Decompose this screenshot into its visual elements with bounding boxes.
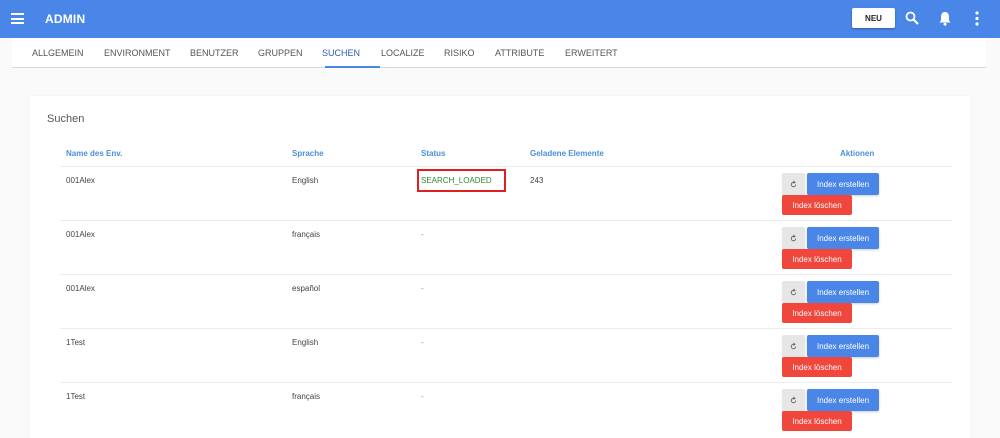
create-index-button[interactable]: Index erstellen	[807, 335, 879, 357]
refresh-icon	[790, 233, 797, 241]
refresh-icon	[790, 179, 797, 187]
loaded-elements-count: 243	[530, 176, 544, 185]
create-index-button[interactable]: Index erstellen	[807, 281, 879, 303]
create-index-button[interactable]: Index erstellen	[807, 389, 879, 411]
language: English	[292, 338, 319, 347]
section-title: Suchen	[47, 113, 85, 125]
status-text: -	[421, 392, 424, 401]
refresh-button[interactable]	[782, 281, 805, 303]
tab-erweitert[interactable]: ERWEITERT	[565, 48, 618, 58]
table-row: 001Alex English SEARCH_LOADED 243 Index …	[60, 167, 952, 221]
refresh-button[interactable]	[782, 389, 805, 411]
column-header-env: Name des Env.	[66, 149, 123, 158]
tab-attribute[interactable]: ATTRIBUTE	[495, 48, 544, 58]
env-name: 1Test	[66, 392, 86, 401]
delete-index-button[interactable]: Index löschen	[782, 195, 852, 215]
refresh-icon	[790, 395, 797, 403]
table-row: 001Alex français - Index erstellen Index…	[60, 221, 952, 275]
refresh-button[interactable]	[782, 173, 805, 195]
status-text: -	[421, 284, 424, 293]
table-row: 1Test français - Index erstellen Index l…	[60, 383, 952, 437]
table-row: 1Test English - Index erstellen Index lö…	[60, 329, 952, 383]
tab-environment[interactable]: ENVIRONMENT	[104, 48, 171, 58]
language: français	[292, 230, 321, 239]
create-index-button[interactable]: Index erstellen	[807, 173, 879, 195]
column-header-loaded-elements: Geladene Elemente	[530, 149, 604, 158]
env-name: 1Test	[66, 338, 86, 347]
active-tab-indicator	[325, 66, 380, 68]
env-name: 001Alex	[66, 284, 95, 293]
env-name: 001Alex	[66, 230, 95, 239]
status-highlight-box	[417, 169, 506, 192]
tab-benutzer[interactable]: BENUTZER	[190, 48, 239, 58]
language: français	[292, 392, 321, 401]
top-app-bar: ADMIN NEU	[0, 0, 1000, 38]
new-button[interactable]: NEU	[852, 8, 895, 28]
app-title: ADMIN	[45, 12, 86, 26]
refresh-button[interactable]	[782, 227, 805, 249]
language: español	[292, 284, 321, 293]
column-header-actions: Aktionen	[840, 149, 875, 158]
delete-index-button[interactable]: Index löschen	[782, 303, 852, 323]
status-text: -	[421, 230, 424, 239]
tab-gruppen[interactable]: GRUPPEN	[258, 48, 303, 58]
language: English	[292, 176, 319, 185]
delete-index-button[interactable]: Index löschen	[782, 357, 852, 377]
column-header-language: Sprache	[292, 149, 324, 158]
refresh-icon	[790, 341, 797, 349]
create-index-button[interactable]: Index erstellen	[807, 227, 879, 249]
bell-icon[interactable]	[938, 11, 952, 26]
column-header-status: Status	[421, 149, 446, 158]
status-text: -	[421, 338, 424, 347]
delete-index-button[interactable]: Index löschen	[782, 411, 852, 431]
search-icon[interactable]	[905, 11, 919, 25]
search-index-card: Suchen Name des Env. Sprache Status Gela…	[30, 96, 970, 438]
table-row: 001Alex español - Index erstellen Index …	[60, 275, 952, 329]
delete-index-button[interactable]: Index löschen	[782, 249, 852, 269]
tab-bar: ALLGEMEIN ENVIRONMENT BENUTZER GRUPPEN S…	[12, 38, 986, 68]
tab-allgemein[interactable]: ALLGEMEIN	[32, 48, 84, 58]
tab-risiko[interactable]: RISIKO	[444, 48, 475, 58]
refresh-button[interactable]	[782, 335, 805, 357]
menu-icon[interactable]	[11, 13, 24, 24]
more-vert-icon[interactable]	[974, 11, 980, 26]
refresh-icon	[790, 287, 797, 295]
tab-localize[interactable]: LOCALIZE	[381, 48, 425, 58]
env-name: 001Alex	[66, 176, 95, 185]
tab-suchen[interactable]: SUCHEN	[322, 48, 360, 58]
